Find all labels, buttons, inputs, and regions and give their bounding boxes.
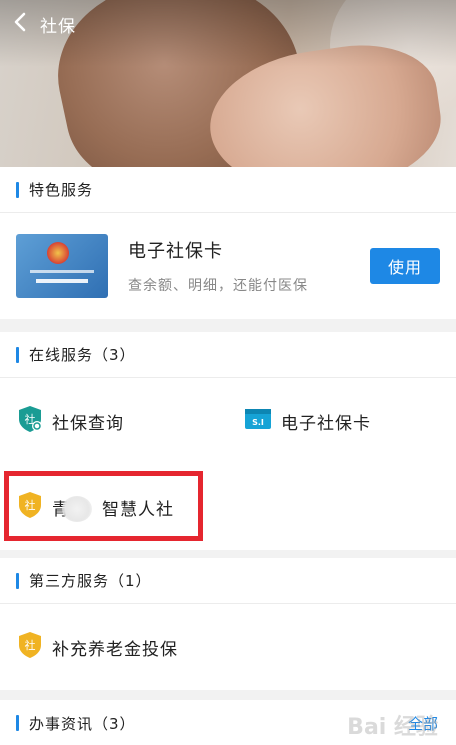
svg-text:S.I: S.I (252, 418, 264, 427)
use-button[interactable]: 使用 (370, 248, 440, 284)
third-party-section: 第三方服务（1） 社 补充养老金投保 (0, 558, 456, 690)
section-accent-bar (16, 346, 19, 363)
card-description: 查余额、明细，还能付医保 (128, 278, 308, 294)
service-item-social-query[interactable]: 社 社保查询 (17, 405, 124, 437)
section-accent-bar (16, 572, 19, 589)
svg-text:社: 社 (25, 638, 36, 652)
back-button[interactable] (0, 0, 40, 48)
blur-mask (62, 496, 92, 522)
social-security-card-image (16, 234, 108, 298)
service-item-pension[interactable]: 社 补充养老金投保 (17, 631, 178, 663)
section-header: 特色服务 (0, 167, 456, 213)
shield-social-icon: 社 (17, 405, 43, 437)
card-name: 电子社保卡 (128, 241, 223, 262)
si-card-icon: S.I (244, 408, 272, 434)
service-item-e-card[interactable]: S.I 电子社保卡 (244, 408, 371, 434)
section-title: 第三方服务（1） (29, 572, 152, 590)
service-label: 社保查询 (52, 413, 124, 434)
service-label: 电子社保卡 (281, 413, 371, 434)
watermark: Bai 经验 (347, 715, 438, 740)
section-title: 办事资讯（3） (29, 714, 136, 733)
section-header: 第三方服务（1） (0, 558, 456, 604)
annotation-highlight-box (4, 471, 203, 541)
page-title: 社保 (40, 16, 76, 37)
back-arrow-icon (13, 12, 27, 36)
top-bar: 社保 (0, 0, 456, 48)
featured-services-section: 特色服务 电子社保卡 查余额、明细，还能付医保 使用 (0, 167, 456, 319)
shield-social-icon: 社 (17, 631, 43, 663)
service-label: 补充养老金投保 (52, 639, 178, 660)
section-title: 在线服务（3） (29, 346, 136, 364)
section-accent-bar (16, 715, 19, 731)
section-accent-bar (16, 181, 19, 198)
section-title: 特色服务 (29, 181, 94, 199)
section-header: 在线服务（3） (0, 332, 456, 378)
e-social-card-row[interactable]: 电子社保卡 查余额、明细，还能付医保 使用 (0, 213, 456, 319)
